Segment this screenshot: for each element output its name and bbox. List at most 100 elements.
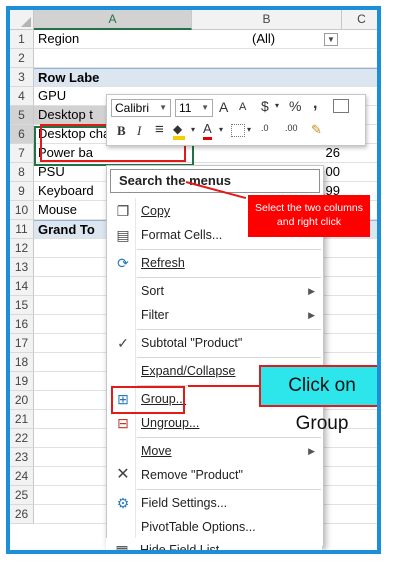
menu-separator: [137, 489, 321, 490]
row-header[interactable]: 19: [10, 372, 34, 391]
submenu-arrow-icon: ▶: [308, 310, 315, 320]
comma-style-button[interactable]: ,: [313, 95, 317, 113]
percent-button[interactable]: %: [289, 98, 301, 114]
menu-item-label: Filter: [141, 308, 169, 322]
select-all-corner[interactable]: [10, 10, 34, 30]
column-header-b[interactable]: B: [192, 10, 342, 30]
row-header[interactable]: 2: [10, 49, 34, 68]
font-size-dropdown[interactable]: 11 ▼: [175, 99, 213, 117]
chevron-down-icon: ▾: [247, 125, 252, 134]
row-header[interactable]: 4: [10, 87, 34, 106]
field-list-icon: ▦: [115, 542, 129, 554]
menu-item-label: PivotTable Options...: [141, 520, 256, 534]
align-center-icon[interactable]: ≡: [155, 121, 164, 138]
increase-decimal-button[interactable]: .0: [261, 123, 269, 133]
menu-item-label: Copy: [141, 204, 171, 218]
row-header[interactable]: 24: [10, 467, 34, 486]
submenu-arrow-icon: ▶: [308, 286, 315, 296]
chevron-down-icon: ▾: [191, 125, 196, 134]
format-table-icon[interactable]: [333, 99, 349, 113]
menu-item-label: Expand/Collapse: [141, 364, 236, 378]
chevron-down-icon: ▾: [275, 101, 280, 110]
decrease-decimal-button[interactable]: .00: [285, 123, 298, 133]
row-header[interactable]: 21: [10, 410, 34, 429]
menu-item-filter[interactable]: Filter ▶: [107, 303, 323, 327]
row-header[interactable]: 5: [10, 106, 34, 125]
row-header[interactable]: 12: [10, 239, 34, 258]
ungroup-icon: ⊟: [117, 415, 129, 431]
cell-a[interactable]: Region: [34, 30, 192, 48]
chevron-down-icon: ▾: [219, 125, 224, 134]
check-icon: ✓: [117, 335, 129, 351]
row-header[interactable]: 13: [10, 258, 34, 277]
menu-item-label: Format Cells...: [141, 228, 223, 242]
row-header[interactable]: 14: [10, 277, 34, 296]
row-header[interactable]: 17: [10, 334, 34, 353]
cell-b[interactable]: [192, 69, 342, 86]
row-header[interactable]: 8: [10, 163, 34, 182]
borders-icon[interactable]: [231, 124, 245, 137]
increase-font-size-button[interactable]: A: [219, 99, 228, 115]
font-name-dropdown[interactable]: Calibri ▼: [111, 99, 171, 117]
menu-item-label: Hide Field List: [140, 543, 220, 554]
remove-icon: ✕: [116, 466, 130, 483]
row-header[interactable]: 16: [10, 315, 34, 334]
row-header[interactable]: 22: [10, 429, 34, 448]
menu-item-refresh[interactable]: ⟳ Refresh: [107, 251, 323, 275]
row-header[interactable]: 9: [10, 182, 34, 201]
row-header[interactable]: 6: [10, 125, 34, 144]
font-size-value: 11: [179, 101, 192, 115]
format-painter-icon[interactable]: ✎: [311, 122, 322, 138]
cell-a[interactable]: [34, 49, 192, 67]
menu-item-move[interactable]: Move ▶: [107, 439, 323, 463]
font-color-button[interactable]: A: [203, 121, 212, 140]
cell-b[interactable]: (All) ▼: [192, 30, 342, 48]
refresh-icon: ⟳: [117, 255, 129, 271]
font-name-value: Calibri: [115, 101, 150, 115]
cell-b[interactable]: [192, 49, 342, 67]
sheet-row: Row Labe: [34, 68, 377, 87]
row-header[interactable]: 23: [10, 448, 34, 467]
menu-separator: [137, 329, 321, 330]
chevron-down-icon: ▼: [201, 103, 209, 112]
decrease-font-size-button[interactable]: A: [239, 101, 246, 113]
menu-item-label: Field Settings...: [141, 496, 228, 510]
cell-a[interactable]: Row Labe: [34, 69, 192, 86]
cell-b-value[interactable]: 26: [272, 144, 342, 162]
menu-separator: [137, 277, 321, 278]
format-cells-icon: ▤: [116, 227, 130, 243]
fill-color-icon[interactable]: ◆: [173, 122, 185, 140]
bold-button[interactable]: B: [117, 123, 126, 139]
column-header-a[interactable]: A: [34, 10, 192, 30]
filter-dropdown-button[interactable]: ▼: [324, 33, 338, 46]
filter-value: (All): [252, 31, 276, 46]
click-group-callout: Click on Group: [259, 365, 377, 434]
row-header[interactable]: 25: [10, 486, 34, 505]
sheet-row: Region (All) ▼: [34, 30, 377, 49]
menu-item-label: Move: [141, 444, 172, 458]
row-header[interactable]: 3: [10, 68, 34, 87]
menu-item-remove[interactable]: ✕ Remove "Product": [107, 463, 323, 487]
menu-item-subtotal[interactable]: ✓ Subtotal "Product": [107, 331, 323, 355]
select-columns-callout: Select the two columns and right click: [248, 195, 370, 237]
row-header[interactable]: 20: [10, 391, 34, 410]
row-header[interactable]: 26: [10, 505, 34, 524]
row-header[interactable]: 1: [10, 30, 34, 49]
row-header[interactable]: 11: [10, 220, 34, 239]
menu-item-pivottable-options[interactable]: PivotTable Options...: [107, 515, 323, 539]
row-header[interactable]: 18: [10, 353, 34, 372]
row-header[interactable]: 10: [10, 201, 34, 220]
menu-separator: [137, 249, 321, 250]
menu-item-field-settings[interactable]: ⚙ Field Settings...: [107, 491, 323, 515]
annotation-arrow: [188, 385, 259, 387]
chevron-down-icon: ▼: [159, 103, 167, 112]
menu-item-ungroup[interactable]: ⊟ Ungroup...: [107, 411, 323, 435]
currency-button[interactable]: $: [261, 98, 269, 114]
screenshot-frame: A B C 1 Region (All) ▼ 2 3 Row Labe 4 GPU 5 Deskto…: [6, 6, 381, 554]
row-header[interactable]: 7: [10, 144, 34, 163]
menu-item-hide-field-list[interactable]: ▦ Hide Field List: [106, 538, 322, 554]
italic-button[interactable]: I: [137, 123, 141, 139]
column-header-c[interactable]: C: [342, 10, 377, 30]
menu-item-sort[interactable]: Sort ▶: [107, 279, 323, 303]
row-header[interactable]: 15: [10, 296, 34, 315]
